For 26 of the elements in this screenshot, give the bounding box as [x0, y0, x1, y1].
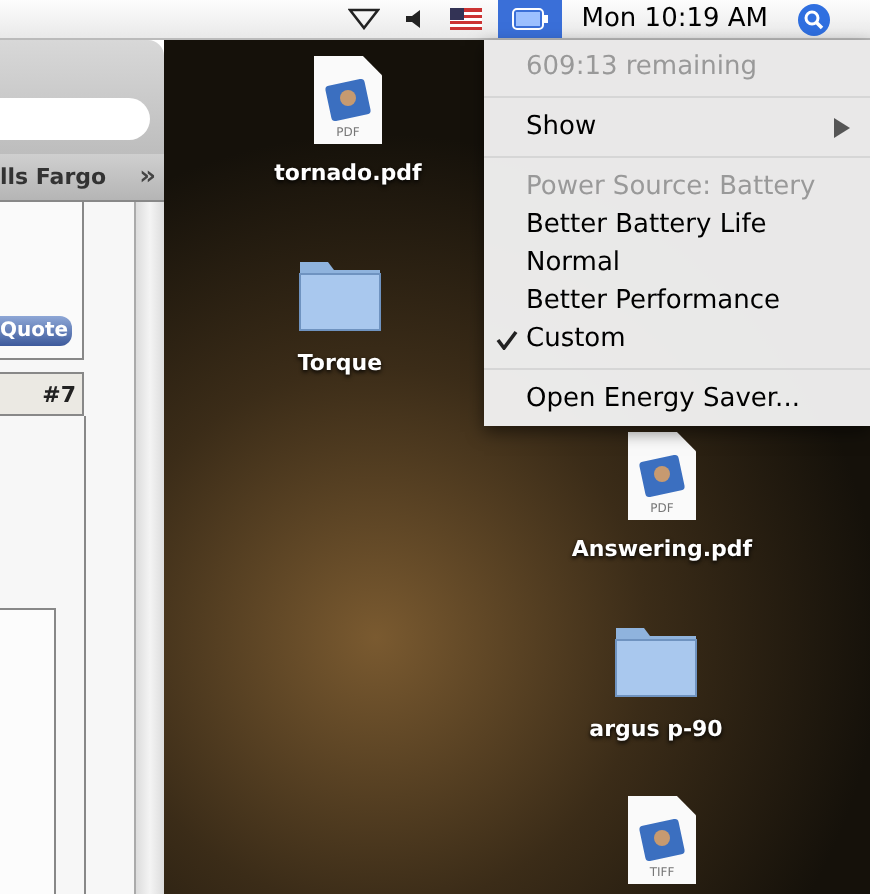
- search-field[interactable]: [0, 98, 150, 140]
- post-number: #7: [42, 381, 76, 407]
- submenu-arrow-icon: [834, 117, 850, 137]
- picture-icon: [638, 818, 686, 862]
- picture-icon: [324, 78, 372, 122]
- battery-icon[interactable]: [511, 8, 548, 30]
- menu-item[interactable]: Better Performance: [484, 282, 870, 320]
- quote-button[interactable]: Quote: [0, 316, 72, 346]
- menu-item[interactable]: Custom: [484, 320, 870, 358]
- menu-item[interactable]: Show: [526, 112, 597, 142]
- icon-label[interactable]: tornado.pdf: [274, 160, 422, 186]
- flag-icon[interactable]: [449, 8, 482, 30]
- bookmarks-overflow-button[interactable]: »: [139, 162, 156, 192]
- speaker-icon[interactable]: [403, 8, 422, 30]
- picture-icon: [638, 454, 686, 498]
- icon-label[interactable]: Answering.pdf: [571, 536, 753, 562]
- wifi-icon[interactable]: [347, 8, 380, 30]
- menu-item[interactable]: Normal: [484, 244, 870, 282]
- bookmark-link[interactable]: lls Fargo: [0, 164, 107, 190]
- menu-bar-clock[interactable]: Mon 10:19 AM: [561, 4, 798, 34]
- icon-label[interactable]: Torque: [297, 350, 383, 376]
- scrollbar[interactable]: [134, 202, 164, 894]
- search-icon[interactable]: [798, 3, 830, 35]
- menu-item[interactable]: Better Battery Life: [484, 206, 870, 244]
- menu-item[interactable]: Open Energy Saver...: [484, 380, 870, 418]
- icon-label[interactable]: argus p-90: [589, 716, 723, 742]
